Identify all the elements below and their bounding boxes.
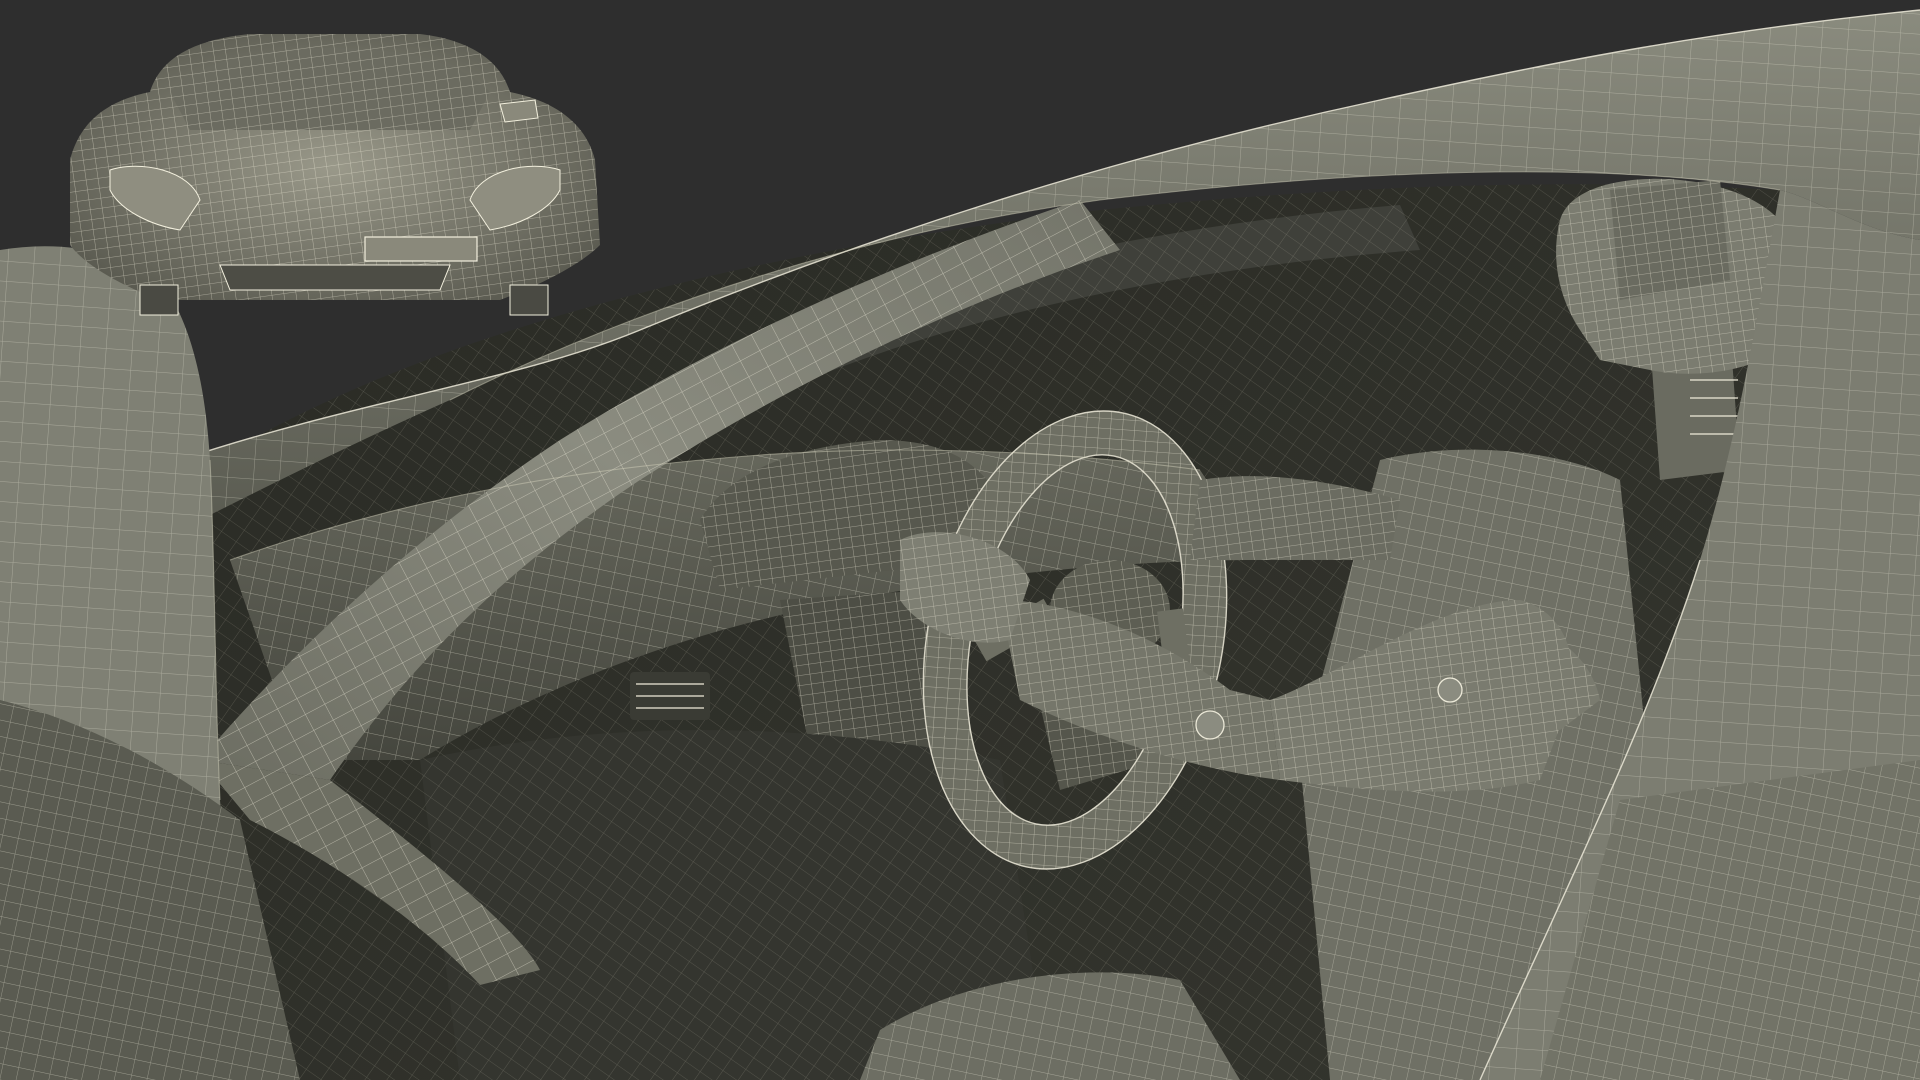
- air-vent: [630, 672, 710, 720]
- render-viewport: [0, 0, 1920, 1080]
- wireframe-render: [0, 0, 1920, 1080]
